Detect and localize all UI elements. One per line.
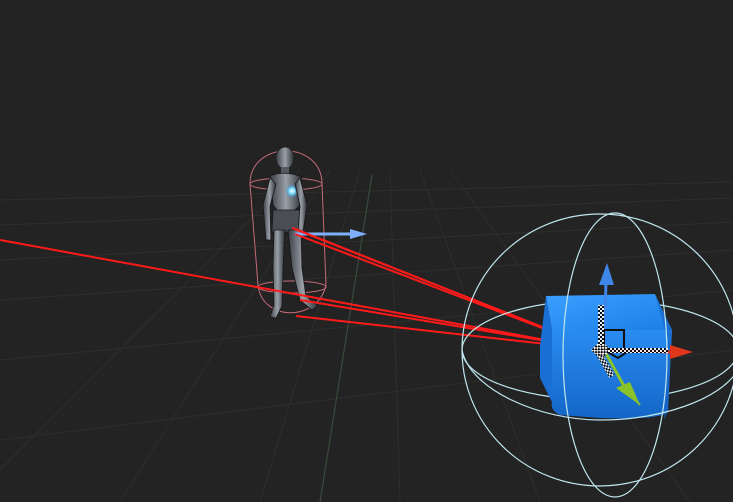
scene-canvas[interactable] (0, 0, 733, 502)
character-left-leg (269, 229, 286, 319)
grid-axis-line (319, 174, 373, 502)
character-head (275, 146, 295, 170)
scene-viewport[interactable] (0, 0, 733, 502)
